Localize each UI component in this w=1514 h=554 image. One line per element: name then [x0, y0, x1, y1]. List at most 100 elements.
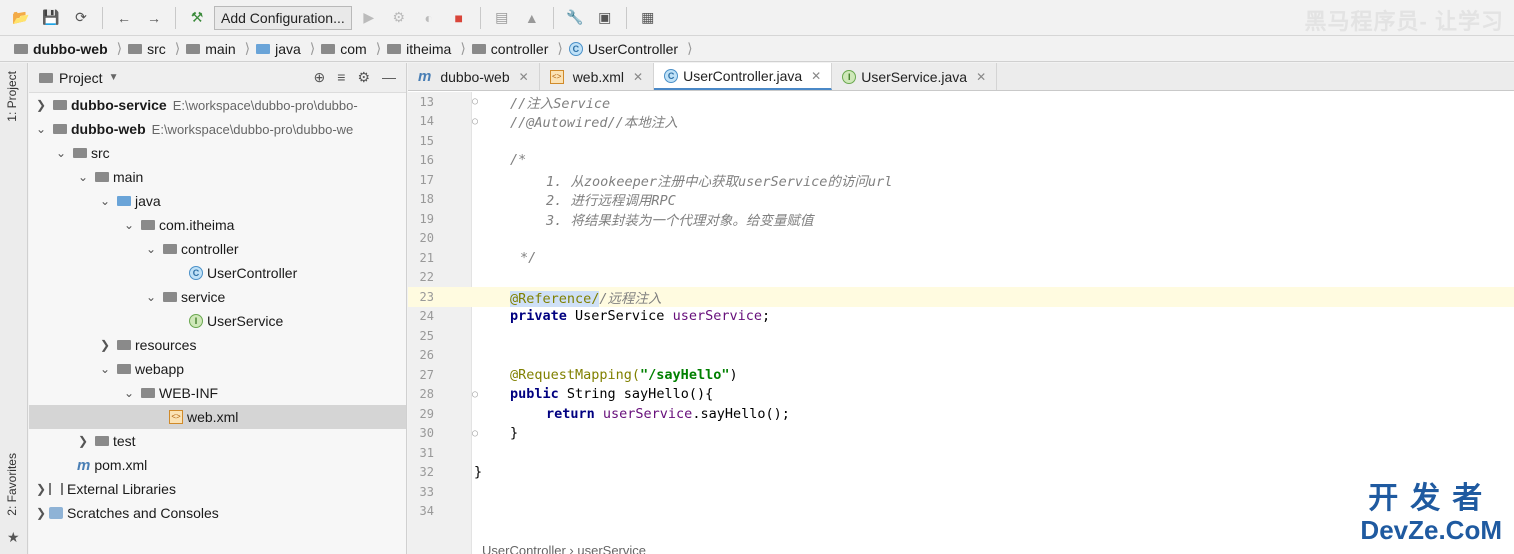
- breadcrumb-main[interactable]: main ⟩: [186, 40, 250, 57]
- interface-icon: I: [189, 314, 203, 328]
- build-hammer-icon[interactable]: ⚒: [184, 5, 210, 31]
- breadcrumb-src[interactable]: src ⟩: [128, 40, 180, 57]
- gear-icon[interactable]: ⚙: [357, 69, 370, 86]
- maven-icon: m: [418, 68, 432, 85]
- tree-item-java[interactable]: ⌄ java: [29, 189, 406, 213]
- open-folder-icon[interactable]: 📂: [8, 5, 34, 31]
- collapse-arrow-icon[interactable]: ⌄: [53, 146, 69, 160]
- locate-icon[interactable]: ⊕: [314, 69, 326, 86]
- debug-icon[interactable]: ⚙: [386, 5, 412, 31]
- save-icon[interactable]: 💾: [38, 5, 64, 31]
- left-tool-strip: 1: Project 2: Favorites ★: [0, 63, 28, 554]
- tree-item-com-itheima[interactable]: ⌄ com.itheima: [29, 213, 406, 237]
- tree-item-web-inf[interactable]: ⌄ WEB-INF: [29, 381, 406, 405]
- tree-item-external-libraries[interactable]: ❯ External Libraries: [29, 477, 406, 501]
- fold-marker-icon[interactable]: ○: [466, 96, 484, 107]
- expand-arrow-icon[interactable]: ❯: [33, 506, 49, 520]
- breadcrumb-usercontroller[interactable]: C UserController ⟩: [568, 40, 693, 57]
- fold-marker-icon[interactable]: ○: [466, 116, 484, 127]
- forward-arrow-icon[interactable]: →: [141, 5, 167, 31]
- collapse-arrow-icon[interactable]: ⌄: [97, 194, 113, 208]
- tree-item-controller[interactable]: ⌄ controller: [29, 237, 406, 261]
- breadcrumb-itheima[interactable]: itheima ⟩: [387, 40, 466, 57]
- code-line: 15: [419, 133, 434, 148]
- back-arrow-icon[interactable]: ←: [111, 5, 137, 31]
- expand-arrow-icon[interactable]: ❯: [33, 482, 49, 496]
- tree-item-service[interactable]: ⌄ service: [29, 285, 406, 309]
- top-watermark: 黑马程序员- 让学习: [1304, 9, 1504, 34]
- tree-item-dubbo-service[interactable]: ❯ dubbo-service E:\workspace\dubbo-pro\d…: [29, 93, 406, 117]
- hide-panel-icon[interactable]: —: [382, 69, 396, 86]
- toolbar-divider: [552, 6, 554, 29]
- selected-annotation[interactable]: @Reference/: [510, 290, 600, 307]
- collapse-arrow-icon[interactable]: ⌄: [143, 242, 159, 256]
- coverage-icon[interactable]: ◐: [416, 5, 442, 31]
- folder-icon: [73, 148, 87, 158]
- code-line: 26: [419, 348, 434, 363]
- code-line: 32}: [419, 464, 483, 481]
- breadcrumb-controller[interactable]: controller ⟩: [471, 40, 563, 57]
- package-icon: [163, 244, 177, 254]
- tree-item-web-xml[interactable]: <> web.xml: [29, 405, 406, 429]
- tree-item-test[interactable]: ❯ test: [29, 429, 406, 453]
- tab-userservice-java[interactable]: I UserService.java ✕: [832, 63, 998, 90]
- expand-arrow-icon[interactable]: ❯: [33, 98, 49, 112]
- stop-icon[interactable]: ■: [446, 5, 472, 31]
- tab-usercontroller-java[interactable]: C UserController.java ✕: [654, 63, 833, 90]
- tab-dubbo-web[interactable]: m dubbo-web ✕: [408, 63, 540, 90]
- folder-icon: [186, 43, 201, 54]
- tree-item-webapp[interactable]: ⌄ webapp: [29, 357, 406, 381]
- tree-item-scratches[interactable]: ❯ Scratches and Consoles: [29, 501, 406, 525]
- tree-item-pom-xml[interactable]: m pom.xml: [29, 453, 406, 477]
- tab-web-xml[interactable]: <> web.xml ✕: [540, 63, 655, 90]
- collapse-arrow-icon[interactable]: ⌄: [75, 170, 91, 184]
- run-icon[interactable]: ▶: [356, 5, 382, 31]
- settings-wrench-icon[interactable]: 🔧: [562, 5, 588, 31]
- tree-item-userservice[interactable]: I UserService: [29, 309, 406, 333]
- breadcrumb-java[interactable]: java ⟩: [256, 40, 315, 57]
- close-icon[interactable]: ✕: [633, 70, 643, 84]
- sdk-manager-icon[interactable]: ▦: [635, 5, 661, 31]
- code-area[interactable]: 13 ○//注入Service 14 ○//@Autowired//本地注入 15 …: [408, 92, 1514, 521]
- collapse-arrow-icon[interactable]: ⌄: [97, 362, 113, 376]
- favorites-tool-tab[interactable]: 2: Favorites: [5, 453, 19, 516]
- class-icon: C: [189, 266, 203, 280]
- editor-structure-breadcrumb[interactable]: UserController › userService: [482, 543, 646, 554]
- collapse-arrow-icon[interactable]: ⌄: [121, 218, 137, 232]
- xml-file-icon: <>: [169, 410, 183, 424]
- code-line: 17 1. 从zookeeper注册中心获取userService的访问url: [419, 172, 893, 190]
- collapse-arrow-icon[interactable]: ⌄: [121, 386, 137, 400]
- code-line: 22: [419, 270, 434, 285]
- fold-marker-icon[interactable]: ○: [466, 389, 484, 400]
- tree-item-src[interactable]: ⌄ src: [29, 141, 406, 165]
- tree-item-resources[interactable]: ❯ resources: [29, 333, 406, 357]
- vcs-icon[interactable]: ▤: [489, 5, 515, 31]
- project-structure-icon[interactable]: ▣: [592, 5, 618, 31]
- close-icon[interactable]: ✕: [519, 70, 529, 84]
- code-line: 20: [419, 231, 434, 246]
- package-icon: [321, 43, 336, 54]
- project-view-selector[interactable]: Project ▼: [39, 70, 118, 86]
- fold-marker-icon[interactable]: ○: [466, 428, 484, 439]
- tree-item-dubbo-web[interactable]: ⌄ dubbo-web E:\workspace\dubbo-pro\dubbo…: [29, 117, 406, 141]
- expand-arrow-icon[interactable]: ❯: [97, 338, 113, 352]
- expand-arrow-icon[interactable]: ❯: [75, 434, 91, 448]
- code-line: 16/*: [419, 152, 527, 169]
- project-tool-tab[interactable]: 1: Project: [5, 71, 19, 122]
- close-icon[interactable]: ✕: [811, 69, 821, 83]
- navigation-breadcrumb: dubbo-web ⟩ src ⟩ main ⟩ java ⟩ com ⟩ itheima…: [0, 36, 1514, 62]
- close-icon[interactable]: ✕: [976, 70, 986, 84]
- collapse-all-icon[interactable]: ≡: [337, 69, 345, 86]
- project-icon: [39, 72, 53, 83]
- star-icon: ★: [7, 529, 20, 545]
- breadcrumb-project[interactable]: dubbo-web ⟩: [14, 40, 122, 57]
- tree-item-usercontroller[interactable]: C UserController: [29, 261, 406, 285]
- tree-item-main[interactable]: ⌄ main: [29, 165, 406, 189]
- toolbar-divider: [625, 6, 627, 29]
- profiler-icon[interactable]: ▲: [519, 5, 545, 31]
- collapse-arrow-icon[interactable]: ⌄: [33, 122, 49, 136]
- collapse-arrow-icon[interactable]: ⌄: [143, 290, 159, 304]
- run-configuration-button[interactable]: Add Configuration...: [214, 5, 352, 30]
- breadcrumb-com[interactable]: com ⟩: [321, 40, 381, 57]
- sync-icon[interactable]: ⟳: [68, 5, 94, 31]
